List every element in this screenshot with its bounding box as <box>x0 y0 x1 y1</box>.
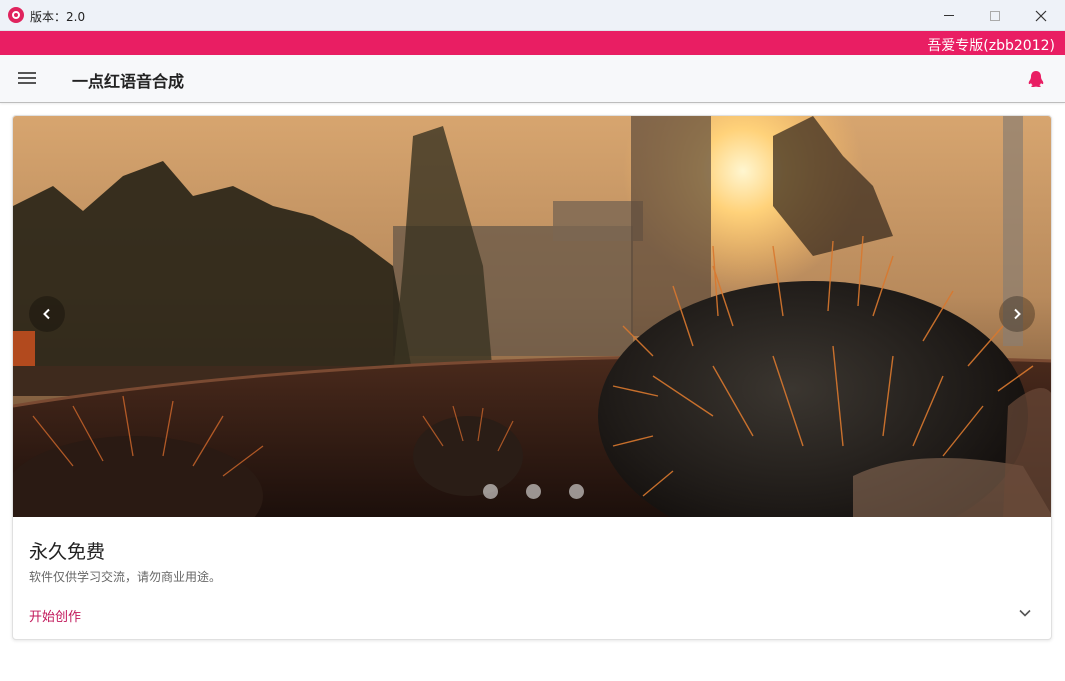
feature-card: 永久免费 软件仅供学习交流，请勿商业用途。 开始创作 <box>12 115 1052 640</box>
card-title: 永久免费 <box>29 541 106 563</box>
window-titlebar: 版本：2.0 <box>0 0 1065 31</box>
chevron-left-icon <box>43 308 50 320</box>
banner-text: 吾爱专版(zbb2012) <box>927 38 1055 54</box>
close-icon <box>1035 10 1047 21</box>
cactus-sunset-photo <box>13 116 1051 517</box>
carousel-prev-button[interactable] <box>29 296 65 332</box>
menu-icon[interactable] <box>18 70 38 86</box>
minimize-button[interactable] <box>926 0 972 31</box>
carousel-next-button[interactable] <box>999 296 1035 332</box>
app-toolbar: 一点红语音合成 <box>0 55 1065 103</box>
chevron-down-icon[interactable] <box>1016 604 1034 622</box>
top-banner: 吾爱专版(zbb2012) <box>0 31 1065 55</box>
app-logo-icon <box>8 7 24 23</box>
carousel-dot-3[interactable] <box>568 484 584 499</box>
close-button[interactable] <box>1018 0 1064 31</box>
maximize-icon <box>990 10 1000 21</box>
minimize-icon <box>944 15 954 16</box>
image-carousel <box>13 116 1051 517</box>
app-name: 一点红语音合成 <box>72 72 185 91</box>
chevron-right-icon <box>1014 308 1021 320</box>
start-creating-button[interactable]: 开始创作 <box>29 606 81 625</box>
carousel-dot-1[interactable] <box>482 484 498 499</box>
window-title: 版本：2.0 <box>30 10 86 24</box>
carousel-dot-2[interactable] <box>525 484 541 499</box>
carousel-indicators <box>13 484 1051 500</box>
qq-penguin-icon[interactable] <box>1026 69 1046 89</box>
maximize-button[interactable] <box>972 0 1018 31</box>
card-subtitle: 软件仅供学习交流，请勿商业用途。 <box>29 570 222 584</box>
